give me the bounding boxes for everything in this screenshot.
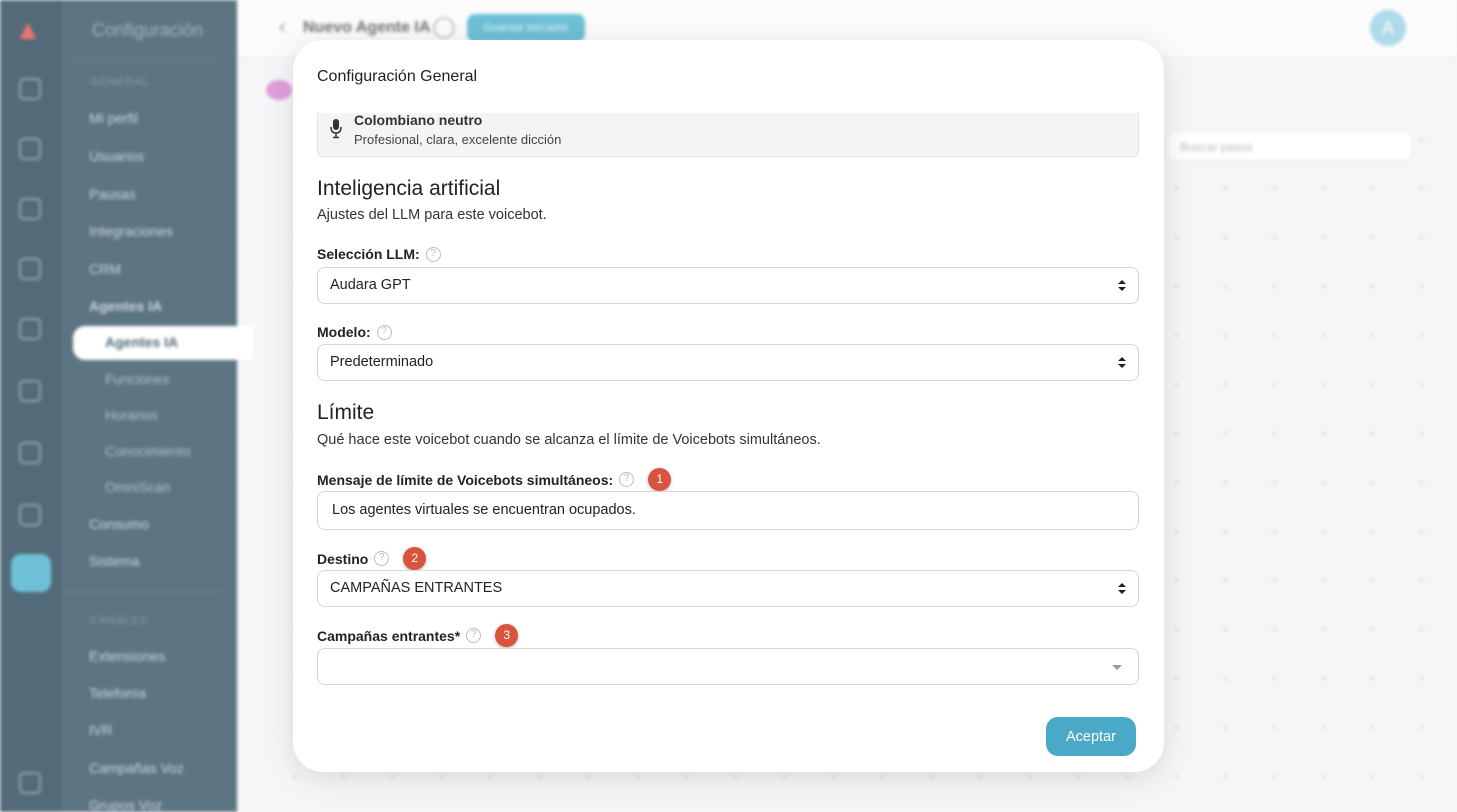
model-label-row: Modelo: ? [317,324,392,340]
step-badge-1: 1 [648,468,672,491]
llm-select[interactable]: Audara GPT [317,267,1139,304]
model-select-value: Predeterminado [330,354,434,370]
destination-label: Destino [317,550,369,567]
destination-select[interactable]: CAMPAÑAS ENTRANTES [317,570,1139,607]
destination-label-row: Destino ? 2 [317,547,427,570]
voice-name: Colombiano neutro [354,112,483,128]
destination-select-value: CAMPAÑAS ENTRANTES [330,580,503,596]
chevron-down-icon [1112,665,1122,670]
general-config-modal: Configuración General Colombiano neutro … [293,40,1164,772]
llm-select-value: Audara GPT [330,277,411,293]
model-label: Modelo: [317,324,371,340]
step-badge-2: 2 [403,547,427,570]
voice-option[interactable]: Colombiano neutro Profesional, clara, ex… [317,112,1139,157]
limit-message-input[interactable]: Los agentes virtuales se encuentran ocup… [317,491,1139,530]
modal-title: Configuración General [317,68,478,85]
inbound-campaigns-label-row: Campañas entrantes* ? 3 [317,624,519,647]
sort-caret-icon [1118,357,1126,369]
help-icon[interactable]: ? [466,628,482,643]
sort-caret-icon [1118,280,1126,292]
voice-description: Profesional, clara, excelente dicción [354,132,562,147]
limit-message-label-row: Mensaje de límite de Voicebots simultáne… [317,468,672,491]
limit-section-heading: Límite [317,401,375,424]
help-icon[interactable]: ? [619,472,635,487]
limit-section-description: Qué hace este voicebot cuando se alcanza… [317,432,821,448]
ai-section-heading: Inteligencia artificial [317,177,501,200]
ai-section-description: Ajustes del LLM para este voicebot. [317,207,547,223]
llm-label-row: Selección LLM: ? [317,246,441,262]
microphone-icon [330,119,342,139]
inbound-campaigns-select[interactable] [317,648,1139,685]
help-icon[interactable]: ? [425,246,441,262]
step-badge-3: 3 [495,624,519,647]
llm-label: Selección LLM: [317,246,420,262]
help-icon[interactable]: ? [376,324,392,340]
help-icon[interactable]: ? [374,551,390,566]
model-select[interactable]: Predeterminado [317,344,1139,381]
accept-button[interactable]: Aceptar [1046,717,1136,756]
inbound-campaigns-label: Campañas entrantes* [317,627,461,644]
sort-caret-icon [1118,583,1126,595]
limit-message-label: Mensaje de límite de Voicebots simultáne… [317,471,614,488]
